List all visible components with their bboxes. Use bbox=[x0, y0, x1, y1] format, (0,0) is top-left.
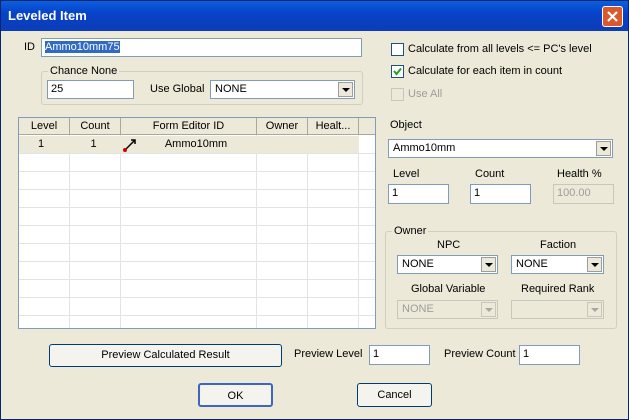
use-all-label: Use All bbox=[408, 88, 443, 100]
grid-line bbox=[19, 243, 375, 244]
cancel-button[interactable]: Cancel bbox=[357, 383, 432, 407]
use-global-value: NONE bbox=[215, 83, 247, 95]
chevron-down-icon[interactable] bbox=[587, 257, 602, 272]
preview-calculated-result-button[interactable]: Preview Calculated Result bbox=[49, 344, 282, 367]
calc-each-item-checkbox[interactable] bbox=[391, 65, 404, 78]
chevron-down-icon[interactable] bbox=[481, 257, 496, 272]
health-label: Health % bbox=[557, 168, 602, 180]
global-variable-value: NONE bbox=[402, 303, 434, 315]
id-label: ID bbox=[24, 41, 35, 53]
chance-none-value: 25 bbox=[51, 83, 64, 95]
preview-count-value: 1 bbox=[523, 348, 530, 360]
grid-line bbox=[19, 279, 375, 280]
row-owner bbox=[257, 136, 308, 153]
grid-line bbox=[19, 171, 375, 172]
form-reference-icon bbox=[123, 139, 136, 152]
grid-line bbox=[19, 225, 375, 226]
chance-none-field[interactable]: 25 bbox=[47, 80, 134, 99]
column-header-filler bbox=[359, 118, 375, 135]
title-bar[interactable]: Leveled Item bbox=[1, 1, 628, 31]
global-variable-label: Global Variable bbox=[411, 283, 486, 295]
chevron-down-icon[interactable] bbox=[596, 141, 611, 156]
grid-line bbox=[120, 135, 121, 328]
column-header-owner[interactable]: Owner bbox=[257, 118, 308, 135]
window-title: Leveled Item bbox=[8, 8, 87, 23]
preview-count-field[interactable]: 1 bbox=[519, 345, 580, 365]
npc-select[interactable]: NONE bbox=[397, 255, 498, 274]
row-health bbox=[308, 136, 359, 153]
grid-line bbox=[358, 135, 359, 328]
calc-all-levels-label: Calculate from all levels <= PC's level bbox=[408, 43, 592, 55]
object-value: Ammo10mm bbox=[393, 142, 456, 154]
row-form-editor-id: Ammo10mm bbox=[164, 138, 228, 150]
level-label: Level bbox=[393, 168, 420, 180]
health-value: 100.00 bbox=[557, 187, 591, 199]
object-select[interactable]: Ammo10mm bbox=[388, 139, 613, 158]
calc-each-item-label: Calculate for each item in count bbox=[408, 65, 563, 77]
required-rank-select[interactable] bbox=[511, 300, 604, 319]
column-header-level[interactable]: Level bbox=[19, 118, 70, 135]
chevron-down-icon[interactable] bbox=[587, 302, 602, 317]
use-all-checkbox[interactable] bbox=[391, 88, 404, 101]
owner-label: Owner bbox=[392, 225, 429, 237]
chevron-down-icon[interactable] bbox=[338, 82, 353, 97]
close-icon bbox=[607, 11, 618, 22]
column-header-form-editor-id[interactable]: Form Editor ID bbox=[121, 118, 257, 135]
faction-label: Faction bbox=[540, 239, 577, 251]
grid-line bbox=[69, 135, 70, 328]
use-global-select[interactable]: NONE bbox=[210, 80, 355, 99]
grid-line bbox=[307, 135, 308, 328]
global-variable-select[interactable]: NONE bbox=[397, 300, 498, 319]
grid-line bbox=[19, 261, 375, 262]
faction-select[interactable]: NONE bbox=[511, 255, 604, 274]
preview-level-value: 1 bbox=[373, 348, 380, 360]
grid-line bbox=[19, 315, 375, 316]
grid-line bbox=[19, 153, 375, 154]
preview-count-label: Preview Count bbox=[444, 348, 516, 360]
column-header-count[interactable]: Count bbox=[70, 118, 121, 135]
checkmark-icon bbox=[393, 67, 402, 76]
ok-button[interactable]: OK bbox=[198, 383, 273, 407]
grid-line bbox=[19, 207, 375, 208]
preview-level-label: Preview Level bbox=[294, 348, 363, 360]
level-value: 1 bbox=[392, 187, 399, 199]
row-level: 1 bbox=[37, 138, 45, 150]
npc-value: NONE bbox=[402, 258, 434, 270]
close-button[interactable] bbox=[602, 6, 623, 27]
npc-label: NPC bbox=[437, 239, 461, 251]
required-rank-label: Required Rank bbox=[521, 283, 595, 295]
level-field[interactable]: 1 bbox=[388, 184, 449, 204]
object-label: Object bbox=[390, 119, 422, 131]
grid-line bbox=[19, 189, 375, 190]
chevron-down-icon[interactable] bbox=[481, 302, 496, 317]
grid-line bbox=[256, 135, 257, 328]
id-field[interactable]: Ammo10mm75 bbox=[41, 38, 362, 57]
id-value: Ammo10mm75 bbox=[45, 41, 120, 53]
count-field[interactable]: 1 bbox=[470, 184, 531, 204]
calc-all-levels-checkbox[interactable] bbox=[391, 43, 404, 56]
health-field[interactable]: 100.00 bbox=[553, 184, 614, 204]
preview-level-field[interactable]: 1 bbox=[369, 345, 430, 365]
count-label: Count bbox=[475, 168, 505, 180]
row-count: 1 bbox=[90, 138, 97, 150]
count-value: 1 bbox=[474, 187, 481, 199]
item-list[interactable]: Level Count Form Editor ID Owner Healt..… bbox=[18, 117, 376, 329]
faction-value: NONE bbox=[516, 258, 548, 270]
column-header-health[interactable]: Healt... bbox=[308, 118, 359, 135]
table-row[interactable]: 1 1 Ammo10mm bbox=[19, 136, 359, 153]
leveled-item-dialog: Leveled Item ID Ammo10mm75 Chance None 2… bbox=[0, 0, 629, 420]
use-global-label: Use Global bbox=[150, 83, 205, 95]
grid-line bbox=[19, 297, 375, 298]
chance-none-label: Chance None bbox=[48, 65, 120, 77]
